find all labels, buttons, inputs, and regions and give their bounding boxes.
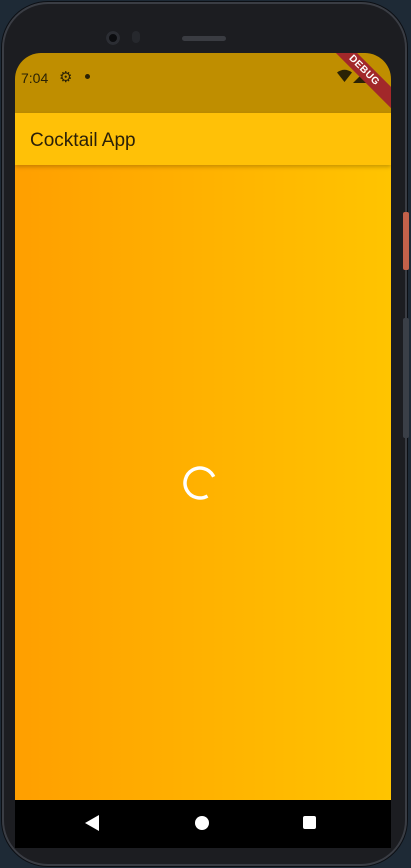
notification-dot-icon: [85, 74, 90, 79]
app-bar: Cocktail App: [15, 113, 391, 165]
home-icon[interactable]: [195, 816, 209, 830]
status-time: 7:04: [21, 70, 49, 86]
earpiece-speaker: [182, 36, 226, 41]
navigation-bar: [15, 800, 391, 848]
power-button[interactable]: [403, 212, 409, 270]
status-bar: 7:04 ⚙ DEBUG: [15, 53, 391, 115]
circular-progress-icon: [183, 466, 217, 500]
app-title: Cocktail App: [30, 130, 136, 151]
proximity-sensor: [132, 31, 140, 43]
front-camera: [106, 31, 120, 45]
main-content: [15, 165, 391, 800]
device-screen: 7:04 ⚙ DEBUG Cocktail App: [15, 53, 391, 848]
volume-button[interactable]: [403, 318, 409, 438]
settings-gear-icon: ⚙: [59, 69, 73, 86]
back-icon[interactable]: [85, 815, 99, 831]
recents-icon[interactable]: [303, 816, 316, 829]
wifi-icon: [337, 69, 352, 82]
